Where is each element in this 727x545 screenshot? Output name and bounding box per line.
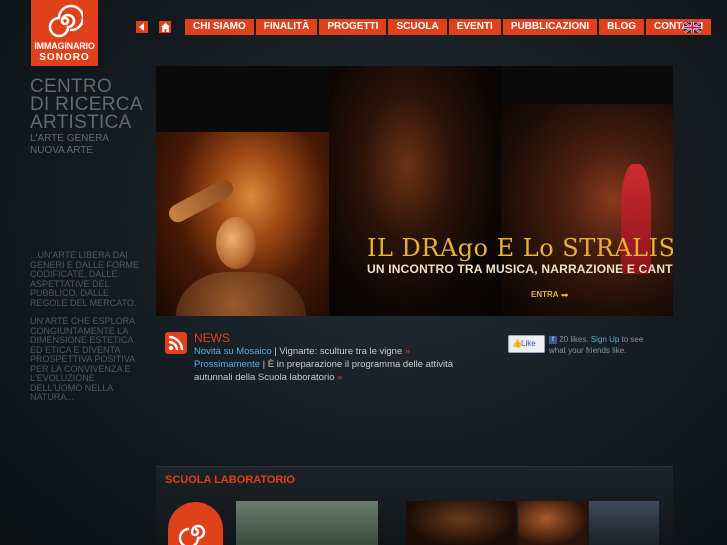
main-nav: CHI SIAMO FINALITÀ PROGETTI SCUOLA EVENT… bbox=[185, 19, 713, 35]
facebook-icon: f bbox=[549, 335, 557, 344]
nav-item-chi-siamo[interactable]: CHI SIAMO bbox=[185, 19, 254, 35]
rss-icon[interactable] bbox=[165, 332, 187, 354]
tagline-sub-1: L'ARTE GENERA bbox=[30, 133, 109, 144]
spiral-logo-icon bbox=[48, 4, 83, 38]
hero-photo-narrator bbox=[156, 132, 329, 316]
scuola-logo[interactable] bbox=[168, 502, 223, 545]
scuola-photo-3[interactable] bbox=[518, 501, 588, 545]
news-link-prossimamente[interactable]: Prossimamente bbox=[194, 359, 260, 370]
news-text-1: Vignarte: sculture tra le vigne bbox=[279, 346, 405, 357]
manifesto-paragraph-1: ...UN'ARTE LIBERA DAI GENERI E DALLE FOR… bbox=[30, 250, 140, 308]
facebook-like-text: f 20 likes. Sign Up to see what your fri… bbox=[549, 334, 659, 356]
nav-item-finalita[interactable]: FINALITÀ bbox=[255, 19, 318, 35]
hero-photo-singer bbox=[501, 104, 673, 316]
scuola-laboratorio-section: SCUOLA LABORATORIO bbox=[156, 466, 673, 545]
back-button[interactable] bbox=[136, 21, 148, 33]
tagline: CENTRO DI RICERCA ARTISTICA L'ARTE GENER… bbox=[30, 77, 143, 156]
news-arrow[interactable]: » bbox=[405, 346, 410, 357]
scuola-photo-1[interactable] bbox=[236, 501, 378, 545]
scuola-photo-4[interactable] bbox=[589, 501, 659, 545]
nav-item-contatti[interactable]: CONTATTI bbox=[646, 19, 712, 35]
nav-item-scuola[interactable]: SCUOLA bbox=[388, 19, 447, 35]
news-arrow[interactable]: » bbox=[337, 372, 342, 383]
facebook-like-count: 20 likes. bbox=[559, 335, 589, 344]
uk-flag-icon[interactable] bbox=[684, 22, 701, 33]
tagline-sub-2: NUOVA ARTE bbox=[30, 145, 93, 156]
nav-item-eventi[interactable]: EVENTI bbox=[448, 19, 501, 35]
enter-arrow-icon[interactable]: ➡ bbox=[561, 290, 569, 301]
home-icon bbox=[160, 22, 170, 32]
hero-title: IL DRAgo E Lo STRALISCO bbox=[367, 234, 673, 262]
tagline-line-3: ARTISTICA bbox=[30, 112, 132, 133]
nav-item-pubblicazioni[interactable]: PUBBLICAZIONI bbox=[502, 19, 598, 35]
facebook-signup-link[interactable]: Sign Up bbox=[591, 335, 619, 344]
news-text: Novità su Mosaico | Vignarte: sculture t… bbox=[194, 345, 464, 384]
news-separator: | bbox=[260, 359, 268, 370]
back-arrow-icon bbox=[139, 23, 144, 31]
news-link-mosaico[interactable]: Novità su Mosaico bbox=[194, 346, 272, 357]
manifesto-paragraph-2: UN'ARTE CHE ESPLORA CONGIUNTAMENTE LA DI… bbox=[30, 316, 135, 402]
nav-item-progetti[interactable]: PROGETTI bbox=[319, 19, 387, 35]
hero-subtitle: UN INCONTRO TRA MUSICA, NARRAZIONE E CAN… bbox=[367, 262, 673, 276]
news-section: NEWS Novità su Mosaico | Vignarte: scult… bbox=[156, 322, 673, 392]
thumbs-up-icon: 👍 bbox=[512, 339, 522, 348]
hero-enter-link[interactable]: ENTRA bbox=[531, 290, 559, 299]
manifesto: ...UN'ARTE LIBERA DAI GENERI E DALLE FOR… bbox=[30, 250, 142, 412]
scuola-photo-2[interactable] bbox=[406, 501, 516, 545]
hero-photo-musicians bbox=[329, 66, 501, 316]
hero-banner[interactable]: IL DRAgo E Lo STRALISCO UN INCONTRO TRA … bbox=[156, 66, 673, 316]
news-title: NEWS bbox=[194, 331, 230, 345]
logo-line-1: IMMAGINARIO bbox=[34, 41, 95, 51]
nav-item-blog[interactable]: BLOG bbox=[599, 19, 645, 35]
home-button[interactable] bbox=[159, 21, 171, 33]
logo-line-2: SONORO bbox=[39, 52, 90, 63]
scuola-title[interactable]: SCUOLA LABORATORIO bbox=[165, 474, 295, 486]
site-logo[interactable]: IMMAGINARIO SONORO bbox=[31, 0, 98, 66]
